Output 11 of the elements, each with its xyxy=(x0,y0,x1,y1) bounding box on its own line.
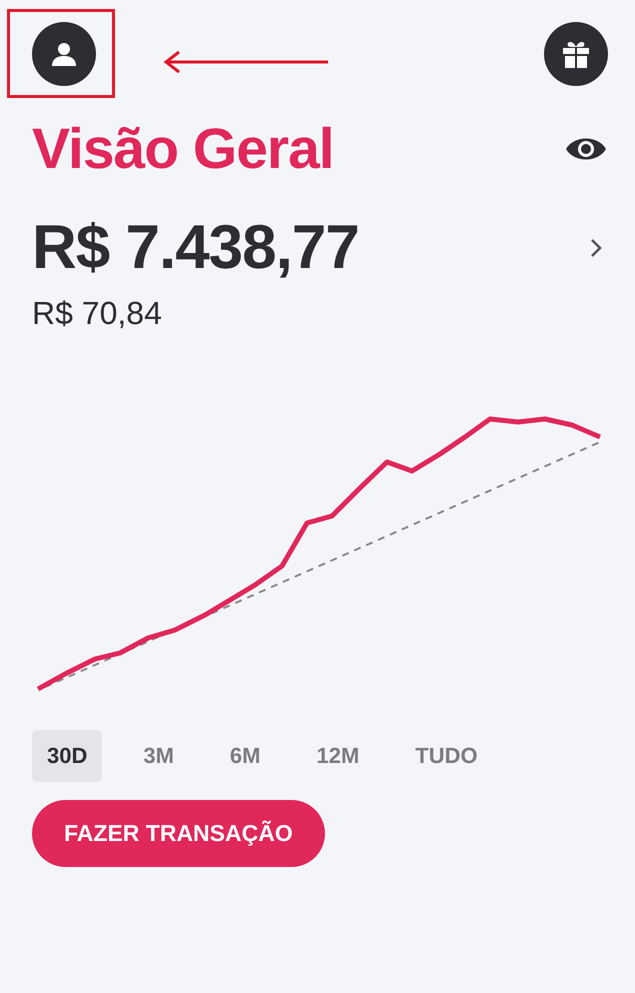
page-title: Visão Geral xyxy=(32,116,334,182)
transaction-button[interactable]: FAZER TRANSAÇÃO xyxy=(32,800,325,867)
period-tab[interactable]: 30D xyxy=(32,730,102,782)
period-tab[interactable]: 6M xyxy=(214,730,276,782)
person-icon xyxy=(51,41,77,67)
chevron-right-icon[interactable] xyxy=(590,238,602,258)
change-amount: R$ 70,84 xyxy=(32,295,163,332)
period-tab[interactable]: 3M xyxy=(128,730,189,782)
period-tab[interactable]: 12M xyxy=(301,730,374,782)
balance-amount: R$ 7.438,77 xyxy=(32,212,359,283)
period-tab[interactable]: TUDO xyxy=(400,730,493,782)
